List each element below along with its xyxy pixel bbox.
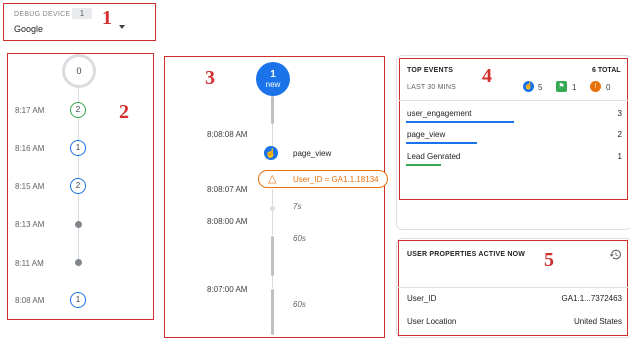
annotation-marker-1: 1 [102,7,112,29]
top-events-title: TOP EVENTS [407,67,454,74]
history-icon[interactable] [609,248,622,261]
event-row-label[interactable]: user_engagement [407,109,472,118]
event-count-icon: ☝ [523,81,534,92]
event-count-value: 5 [538,83,543,92]
user-property-icon: △ [268,173,277,185]
gap-label: 7s [293,202,302,211]
user-property-value: United States [573,317,622,326]
timeline-connector [272,124,273,148]
timeline-connector [272,189,273,235]
event-row-label[interactable]: Lead Genrated [407,152,460,161]
page-view-icon[interactable]: ☝ [264,146,278,160]
event-row-count: 2 [617,130,622,139]
minute-empty-dot[interactable] [75,221,82,228]
annotation-marker-5: 5 [544,249,554,271]
minute-time-label: 8:15 AM [15,182,45,191]
second-time-label: 8:08:00 AM [207,217,248,226]
second-time-label: 8:08:07 AM [207,185,248,194]
timeline-connector [272,276,273,288]
debug-device-select[interactable]: Google [14,24,43,34]
event-page-view[interactable]: page_view [293,149,331,158]
debug-device-count-badge: 1 [72,8,92,19]
event-row-count: 3 [617,109,622,118]
minute-count-circle[interactable]: 1 [70,292,86,308]
error-count-value: 0 [606,83,611,92]
minute-time-label: 8:16 AM [15,144,45,153]
chevron-down-icon[interactable] [119,25,125,29]
conversion-icon: ⚑ [556,81,567,92]
minutes-total-circle[interactable]: 0 [62,54,96,88]
top-events-divider [399,100,628,101]
top-events-highlight [399,58,628,200]
event-share-bar [406,121,514,123]
user-property-value: GA1.1...7372463 [561,294,623,303]
second-time-label: 8:07:00 AM [207,285,248,294]
timeline-segment [271,236,274,276]
event-share-bar [406,164,441,166]
new-events-circle[interactable]: 1 new [256,62,290,96]
minute-count-circle[interactable]: 1 [70,140,86,156]
timeline-segment [271,96,274,124]
user-properties-title: USER PROPERTIES ACTIVE NOW [407,251,526,258]
minute-empty-dot[interactable] [75,259,82,266]
debug-device-label: DEBUG DEVICE [14,11,71,18]
annotation-marker-2: 2 [119,101,129,123]
event-row-count: 1 [617,152,622,161]
annotation-marker-3: 3 [205,67,215,89]
minute-time-label: 8:08 AM [15,296,45,305]
user-property-key: User_ID [407,294,437,303]
new-events-label: new [265,80,281,89]
event-row-label[interactable]: page_view [407,130,445,139]
top-events-subtitle: LAST 30 MINS [407,84,456,91]
minute-time-label: 8:11 AM [15,259,44,268]
error-icon: ! [590,81,601,92]
event-share-bar [406,142,477,144]
timeline-segment [271,289,274,335]
seconds-stream-panel [164,56,385,338]
user-properties-divider [398,287,628,288]
user-property-pill[interactable]: △ User_ID = GA1.1.18134 [258,170,388,188]
annotation-marker-4: 4 [482,65,492,87]
user-property-key: User Location [407,317,457,326]
minute-count-circle[interactable]: 2 [70,102,86,118]
minute-time-label: 8:13 AM [15,220,45,229]
gap-label: 60s [293,234,306,243]
top-events-total: 6 TOTAL [592,67,621,74]
second-time-label: 8:08:08 AM [207,130,248,139]
timeline-small-dot [270,206,275,211]
new-events-count: 1 [270,69,276,80]
gap-label: 60s [293,300,306,309]
user-property-text: User_ID = GA1.1.18134 [293,175,379,184]
minute-count-circle[interactable]: 2 [70,178,86,194]
minute-time-label: 8:17 AM [15,106,45,115]
conversion-count-value: 1 [572,83,577,92]
